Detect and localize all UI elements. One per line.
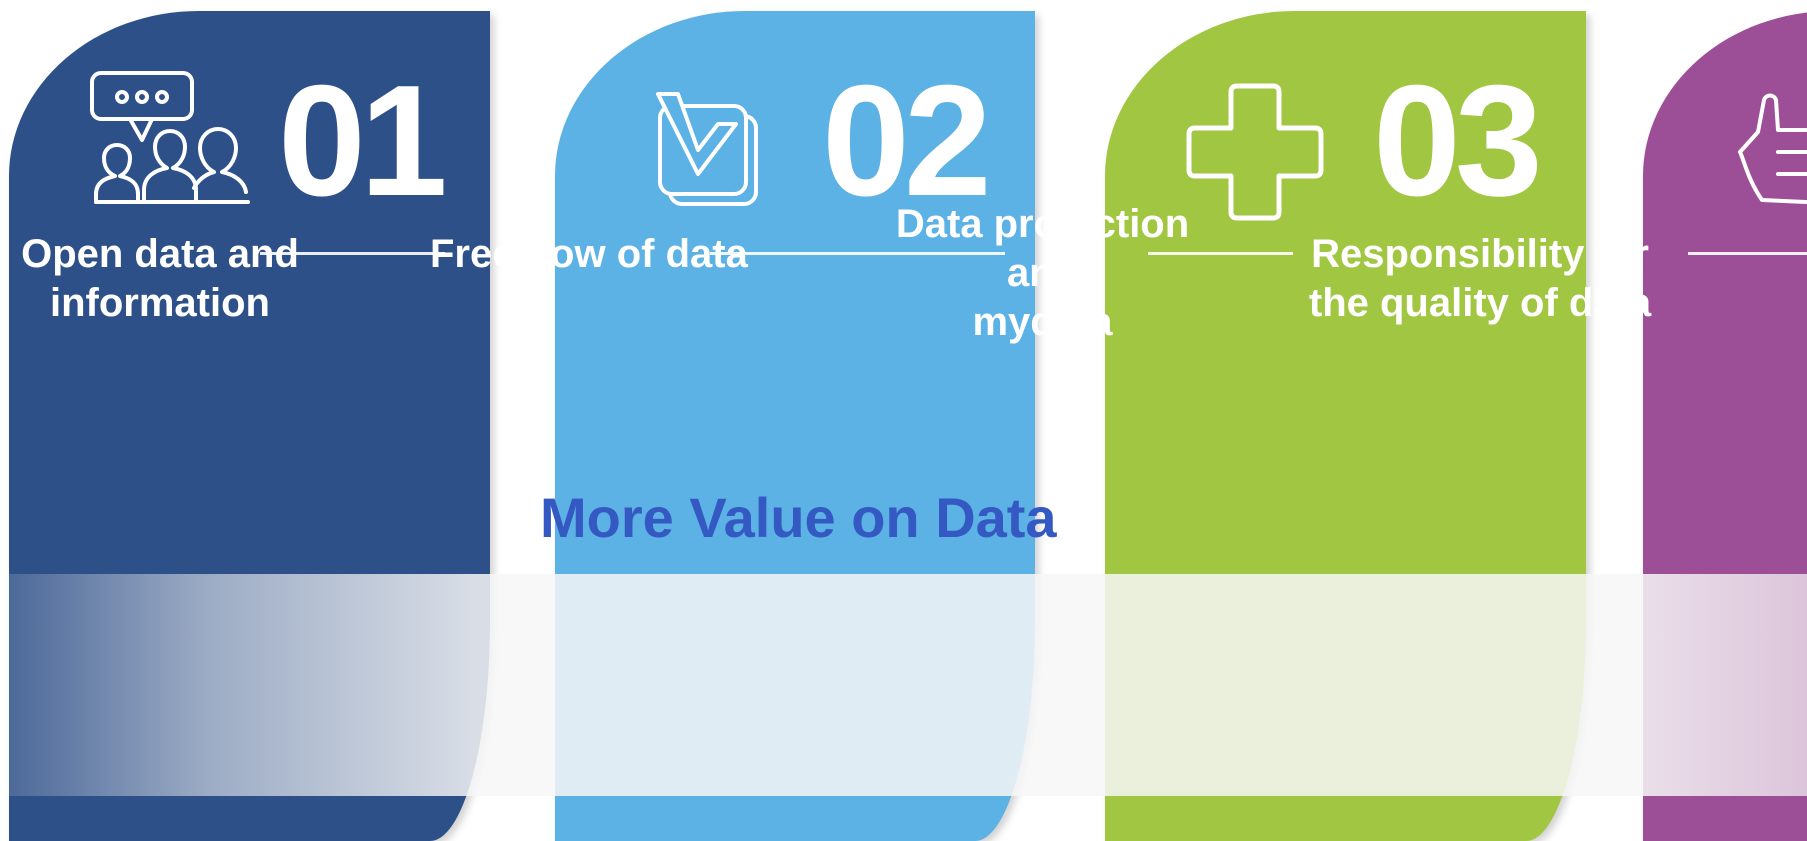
- checkbox-icon: [654, 90, 760, 208]
- card-label-4: Responsibility for the quality of data: [1285, 230, 1675, 328]
- card-number-3: 03: [1373, 53, 1543, 229]
- card-label-2-line-1: Free flow of data: [430, 232, 748, 276]
- card-label-1-line-2: information: [50, 281, 270, 325]
- thumbs-up-icon: [1734, 90, 1807, 210]
- card-label-1: Open data and information: [10, 230, 310, 328]
- translucent-band: [8, 574, 1807, 796]
- card-label-3: Data protection and mydata: [880, 200, 1205, 347]
- divider-line-4: [1688, 252, 1807, 255]
- card-number-1: 01: [278, 53, 448, 229]
- card-label-3-line-3: mydata: [972, 300, 1113, 344]
- card-label-4-line-1: Responsibility for: [1311, 232, 1649, 276]
- card-label-1-line-1: Open data and: [21, 232, 299, 276]
- card-label-3-line-1: Data protection: [895, 202, 1190, 246]
- card-label-4-line-2: the quality of data: [1308, 281, 1652, 325]
- people-chat-icon: [90, 70, 252, 206]
- plus-cross-icon: [1185, 82, 1325, 222]
- card-number-2: 02: [822, 53, 992, 229]
- card-label-3-line-2: and: [1006, 251, 1079, 295]
- card-label-2: Free flow of data: [430, 230, 770, 279]
- main-title: More Value on Data: [540, 486, 1057, 549]
